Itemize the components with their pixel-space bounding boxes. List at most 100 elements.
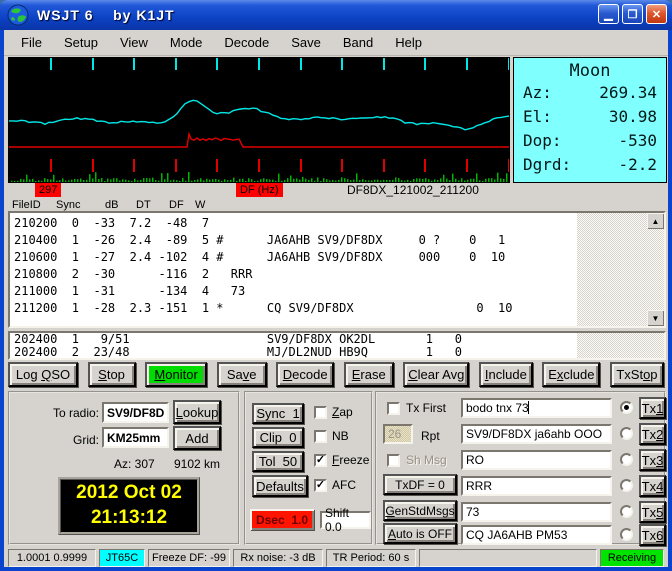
sh-msg-checkbox[interactable]: Sh Msg [387,453,447,467]
add-button[interactable]: Add [173,426,221,450]
moon-info-panel: Moon Az:269.34 El:30.98 Dop:-530 Dgrd:-2… [513,57,667,183]
nb-label: NB [332,429,349,443]
moon-el-value: 30.98 [609,105,657,129]
tx3-button[interactable]: Tx3 [639,449,666,471]
to-radio-input[interactable] [102,402,169,423]
decode-row: 210200 0 -33 7.2 -48 7 [14,215,577,232]
lookup-button[interactable]: Lookup [173,400,221,424]
scroll-down-icon[interactable]: ▼ [647,310,664,326]
tx-first-label: Tx First [406,401,446,415]
afc-label: AFC [332,478,356,492]
zap-checkbox[interactable]: Zap [314,405,353,419]
col-db: dB [105,199,118,211]
sh-msg-checkbox-box[interactable] [387,454,400,467]
afc-checkbox[interactable]: ✓ AFC [314,478,356,492]
rpt-value-field: 26 [383,424,413,444]
scrollbar-track[interactable] [647,229,664,310]
defaults-button[interactable]: Defaults [252,475,308,497]
tx-message-3-input[interactable] [461,450,612,470]
tx-message-2-input[interactable] [461,424,612,444]
decode-row: 211200 1 -28 2.3 -151 1 * CQ SV9/DF8DX 0… [14,300,577,317]
monitor-button[interactable]: Monitor [145,362,207,387]
shift-indicator[interactable]: Shift 0.0 [320,511,371,529]
tx5-radio[interactable] [620,505,633,518]
save-button[interactable]: Save [217,362,267,387]
menu-band[interactable]: Band [332,32,384,53]
spectrum-display[interactable] [8,57,510,183]
title-bar[interactable]: WSJT 6 by K1JT ▁ ❒ ✕ [0,0,672,30]
stop-button[interactable]: Stop [88,362,136,387]
freeze-checkbox[interactable]: ✓ Freeze [314,453,369,467]
df-axis-label: DF (Hz) [236,183,283,197]
scroll-up-icon[interactable]: ▲ [647,213,664,229]
calibration-panel: 1.0001 0.9999 [8,549,96,567]
tx-group: Tx First Tx1 26 Rpt Tx2 Sh Msg Tx3 TxDF … [375,391,666,545]
tx2-radio[interactable] [620,427,633,440]
tx-first-checkbox[interactable]: Tx First [387,401,446,415]
tx6-radio[interactable] [620,528,633,541]
tx1-radio[interactable] [620,401,633,414]
mode-panel: JT65C [99,549,145,567]
clear-avg-button[interactable]: Clear Avg [403,362,469,387]
col-dt: DT [136,199,151,211]
tx2-button[interactable]: Tx2 [639,423,666,445]
txdf-button[interactable]: TxDF = 0 [383,474,457,495]
nb-checkbox-box[interactable] [314,430,327,443]
grid-input[interactable] [102,427,169,448]
decoded-text-area[interactable]: 210200 0 -33 7.2 -48 7 210400 1 -26 2.4 … [8,211,666,328]
tol-button[interactable]: Tol 50 [252,451,304,472]
txstop-button[interactable]: TxStop [610,362,664,387]
menu-mode[interactable]: Mode [159,32,214,53]
menu-view[interactable]: View [109,32,159,53]
menu-file[interactable]: File [10,32,53,53]
decode-row: 210400 1 -26 2.4 -89 5 # JA6AHB SV9/DF8D… [14,232,577,249]
params-group: Sync 1 Clip 0 Tol 50 Defaults Zap NB ✓ F… [244,391,373,545]
close-button[interactable]: ✕ [646,4,667,24]
sync-button[interactable]: Sync 1 [252,403,304,424]
auto-button[interactable]: Auto is OFF [383,523,457,544]
tr-period-panel: TR Period: 60 s [326,549,416,567]
window-title: WSJT 6 by K1JT [37,7,175,23]
tx6-button[interactable]: Tx6 [639,524,666,546]
decode-button[interactable]: Decode [276,362,334,387]
tx1-button[interactable]: Tx1 [639,397,666,419]
minimize-button[interactable]: ▁ [598,4,619,24]
col-w: W [195,199,205,211]
erase-button[interactable]: Erase [344,362,394,387]
freeze-checkbox-box[interactable]: ✓ [314,454,327,467]
nb-checkbox[interactable]: NB [314,429,349,443]
menu-save[interactable]: Save [280,32,332,53]
gen-std-msgs-button[interactable]: GenStdMsgs [383,500,457,521]
window-content: File Setup View Mode Decode Save Band He… [4,30,668,567]
clip-button[interactable]: Clip 0 [252,427,304,448]
include-button[interactable]: Include [479,362,533,387]
zap-checkbox-box[interactable] [314,406,327,419]
distance-value: 9102 km [174,457,220,471]
average-text-area[interactable]: 202400 1 9/51 SV9/DF8DX OK2DL 1 0 202400… [8,331,666,360]
text-caret [528,401,529,414]
decode-scrollbar[interactable]: ▲ ▼ [647,213,664,326]
maximize-button[interactable]: ❒ [622,4,643,24]
tx-message-1-input[interactable] [461,398,612,418]
moon-dop-value: -530 [618,129,657,153]
clock-date: 2012 Oct 02 [61,480,197,505]
menu-decode[interactable]: Decode [213,32,280,53]
dsec-indicator[interactable]: Dsec 1.0 [250,509,314,530]
tx4-radio[interactable] [620,479,633,492]
clock-time: 21:13:12 [61,505,197,530]
afc-checkbox-box[interactable]: ✓ [314,479,327,492]
tx4-button[interactable]: Tx4 [639,475,666,497]
tx-message-5-input[interactable] [461,502,612,522]
status-bar: 1.0001 0.9999 JT65C Freeze DF: -99 Rx no… [4,549,668,567]
menu-help[interactable]: Help [384,32,433,53]
moon-az-label: Az: [523,81,552,105]
menu-setup[interactable]: Setup [53,32,109,53]
tx-first-checkbox-box[interactable] [387,402,400,415]
tx-message-6-input[interactable] [461,525,612,545]
tx3-radio[interactable] [620,453,633,466]
tx-message-4-input[interactable] [461,476,612,496]
decode-row: 210800 2 -30 -116 2 RRR [14,266,577,283]
log-qso-button[interactable]: Log QSO [8,362,78,387]
tx5-button[interactable]: Tx5 [639,501,666,523]
exclude-button[interactable]: Exclude [542,362,600,387]
